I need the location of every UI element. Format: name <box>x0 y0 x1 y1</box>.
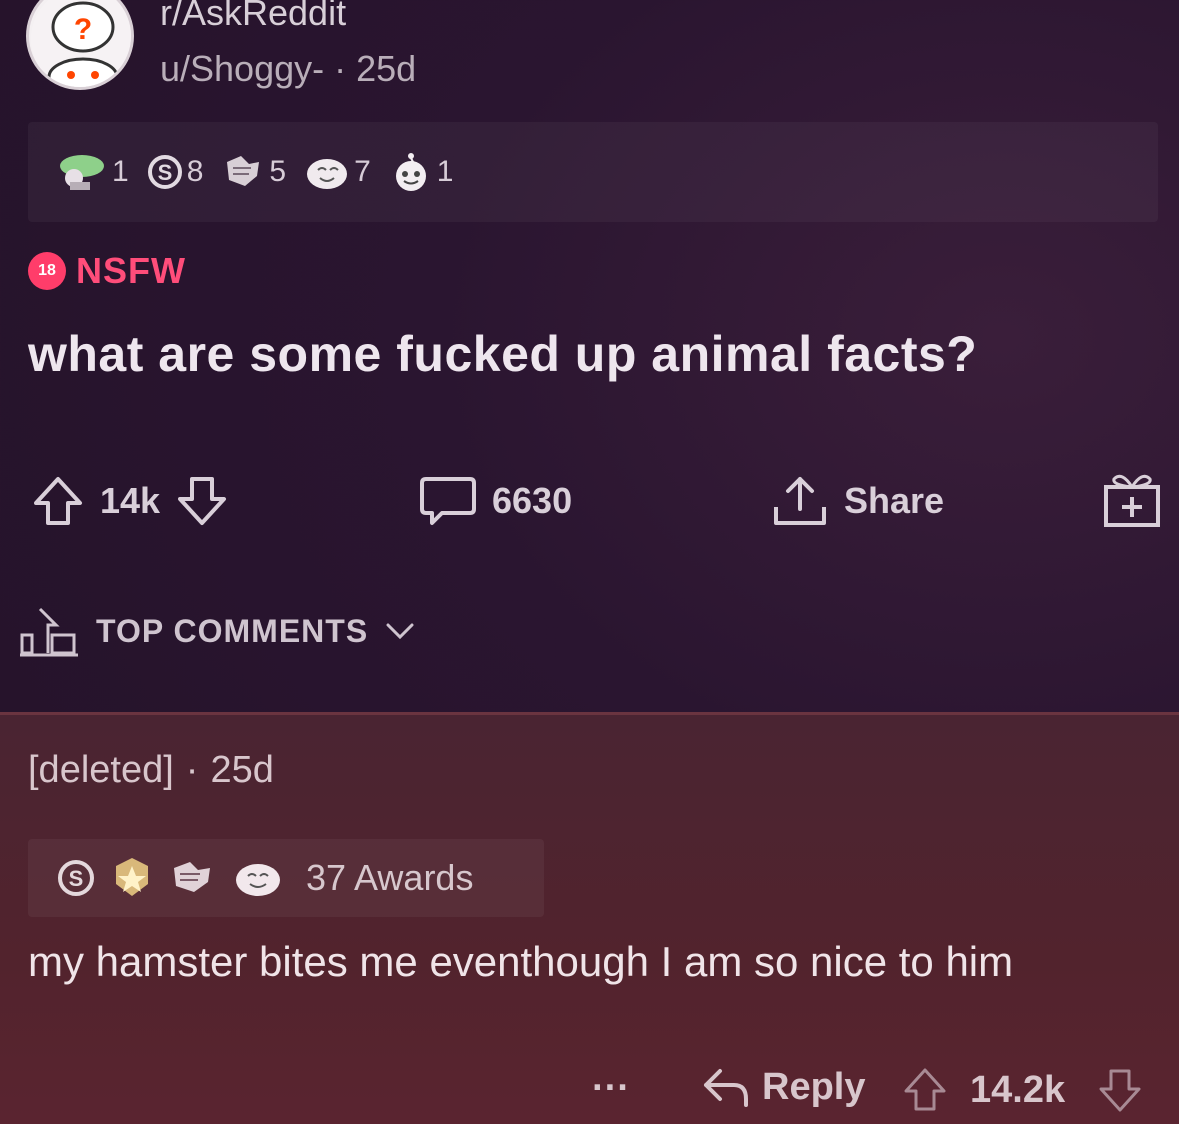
byline-separator: · <box>185 749 199 791</box>
comment-author[interactable]: [deleted] <box>28 749 174 791</box>
comment-vote-group: 14.2k <box>900 1065 1145 1115</box>
svg-text:S: S <box>69 866 84 891</box>
comment-score: 14.2k <box>970 1068 1066 1111</box>
subreddit-avatar[interactable]: ? <box>26 0 134 90</box>
awards-count-label: 37 Awards <box>306 857 474 898</box>
subreddit-name[interactable]: r/AskReddit <box>160 0 346 34</box>
award-count: 8 <box>186 155 204 188</box>
nsfw-18-icon: 18 <box>28 252 66 290</box>
downvote-icon[interactable] <box>1095 1065 1145 1115</box>
chevron-down-icon <box>386 623 414 640</box>
comment-awards-bar[interactable]: S 37 Awards <box>28 839 544 917</box>
sort-label: TOP COMMENTS <box>96 612 369 649</box>
upvote-count: 14k <box>100 480 161 521</box>
silver-award-icon: S <box>147 155 182 189</box>
comment-sort-selector[interactable]: TOP COMMENTS <box>18 605 416 657</box>
comments-button[interactable]: 6630 <box>418 473 572 529</box>
post-title[interactable]: what are some fucked up animal facts? <box>28 325 977 383</box>
byline-separator: · <box>334 48 347 89</box>
helpful-award-icon <box>227 156 260 186</box>
award-count: 1 <box>112 155 129 188</box>
give-award-button[interactable] <box>1100 469 1164 529</box>
askreddit-logo-icon: ? <box>31 0 131 87</box>
award-laughing[interactable]: 7 <box>304 152 371 192</box>
post-author[interactable]: u/Shoggy- <box>160 48 324 89</box>
comment-card: [deleted] · 25d S 37 Awards my hamster bit… <box>0 712 1179 1124</box>
nsfw-label: NSFW <box>76 250 186 291</box>
upvote-icon[interactable] <box>900 1065 950 1115</box>
share-icon <box>774 477 826 525</box>
vote-group: 14k <box>30 473 230 529</box>
comment-body: my hamster bites me eventhough I am so n… <box>28 938 1014 985</box>
more-options-button[interactable]: ··· <box>592 1067 630 1110</box>
post-age: 25d <box>356 48 417 89</box>
svg-text:?: ? <box>74 13 92 46</box>
comment-byline: [deleted] · 25d <box>28 749 274 792</box>
award-count: 5 <box>269 155 287 188</box>
share-button[interactable]: Share <box>770 473 944 529</box>
post-action-row: 14k 6630 Share <box>0 465 1179 535</box>
silver-award-icon: S <box>58 860 94 896</box>
reply-button[interactable]: Reply <box>700 1065 865 1109</box>
gold-award-icon <box>116 858 148 896</box>
share-label: Share <box>844 480 945 521</box>
laughing-award-icon <box>307 159 348 189</box>
wholesome-award-icon <box>60 155 104 190</box>
nsfw-flair: 18 NSFW <box>28 250 186 292</box>
snoo-award-icon <box>395 153 426 191</box>
award-silver[interactable]: S 8 <box>147 154 204 190</box>
more-options-icon: ··· <box>592 1067 630 1109</box>
comment-age: 25d <box>210 749 274 791</box>
laughing-award-icon <box>236 864 280 896</box>
gift-award-icon <box>1104 474 1160 527</box>
post-byline: u/Shoggy- · 25d <box>160 48 416 90</box>
svg-text:S: S <box>157 160 172 185</box>
award-count: 1 <box>436 155 454 188</box>
reply-arrow-icon <box>704 1069 748 1107</box>
comment-bubble-icon <box>420 477 476 525</box>
award-count: 7 <box>354 155 371 188</box>
reply-label: Reply <box>762 1065 866 1108</box>
downvote-icon[interactable] <box>174 473 230 529</box>
helpful-award-icon <box>174 862 210 892</box>
upvote-icon[interactable] <box>30 473 86 529</box>
post-awards-bar[interactable]: 1 S 8 5 7 1 <box>28 122 1158 222</box>
post-container: ? r/AskReddit u/Shoggy- · 25d 1 S 8 5 7 … <box>0 0 1179 705</box>
comment-count: 6630 <box>492 480 573 521</box>
comment-action-row: ··· Reply 14.2k <box>0 1065 1179 1124</box>
top-rocket-icon <box>20 607 78 657</box>
award-wholesome[interactable]: 1 <box>52 152 129 192</box>
award-snoo[interactable]: 1 <box>389 150 454 194</box>
award-helpful[interactable]: 5 <box>221 152 286 192</box>
